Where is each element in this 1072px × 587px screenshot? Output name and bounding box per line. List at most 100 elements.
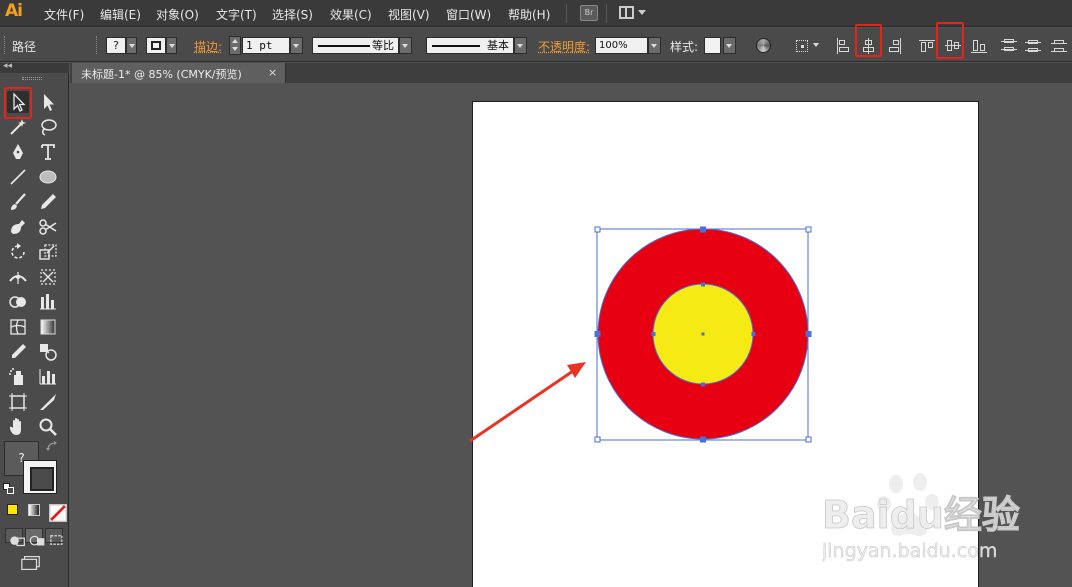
dist-bottom-box-1 (1054, 40, 1064, 44)
swap-fill-stroke-icon[interactable] (46, 440, 59, 453)
bridge-button[interactable]: Br (580, 5, 598, 21)
style-dropdown[interactable] (723, 37, 736, 54)
direct-selection-arrow-icon (44, 94, 54, 111)
blend-tool[interactable] (37, 341, 59, 363)
stroke-label[interactable]: 描边: (194, 38, 222, 55)
zoom-tool[interactable] (37, 416, 59, 438)
draw-normal-button[interactable] (5, 528, 25, 547)
align-bottom-box-1 (973, 40, 978, 51)
column-graph-tool[interactable] (37, 291, 59, 313)
align-right-icon[interactable] (886, 37, 904, 55)
stroke-weight-spinner[interactable] (229, 36, 241, 55)
menu-edit[interactable]: 编辑(E) (100, 6, 141, 23)
transform-icon[interactable] (794, 37, 812, 55)
opacity-label[interactable]: 不透明度: (538, 38, 590, 55)
opacity-input[interactable]: 100% (595, 37, 648, 54)
ellipse-tool[interactable] (37, 166, 59, 188)
handle-bottom-left[interactable] (594, 436, 601, 443)
gradient-tool[interactable] (37, 316, 59, 338)
document-tab[interactable]: 未标题-1* @ 85% (CMYK/预览) × (72, 63, 286, 83)
menu-help[interactable]: 帮助(H) (508, 6, 550, 23)
lasso-tool[interactable] (37, 116, 59, 138)
default-fill-stroke-icon[interactable] (3, 483, 16, 496)
fill-dropdown-arrow[interactable] (126, 37, 137, 54)
direct-selection-tool[interactable] (37, 91, 59, 113)
menu-type[interactable]: 文字(T) (216, 6, 257, 23)
distribute-vertical-center-icon[interactable] (1024, 37, 1042, 55)
color-swatch-icon (7, 504, 18, 515)
menu-bar: Ai 文件(F) 编辑(E) 对象(O) 文字(T) 选择(S) 效果(C) 视… (0, 0, 1072, 27)
line-segment-tool[interactable] (7, 166, 29, 188)
bar-graph-tool[interactable] (37, 366, 59, 388)
dist-bottom-box-2 (1054, 48, 1064, 52)
fill-swatch-button[interactable]: ? (106, 37, 126, 54)
close-icon[interactable]: × (268, 66, 277, 79)
opacity-dropdown[interactable] (648, 37, 661, 54)
menu-window[interactable]: 窗口(W) (446, 6, 491, 23)
screen-mode-button[interactable] (20, 552, 44, 571)
handle-top-right[interactable] (805, 226, 812, 233)
hand-tool[interactable] (7, 416, 29, 438)
stroke-swatch-button[interactable] (146, 37, 166, 54)
brush-line-preview (432, 45, 480, 47)
menu-object[interactable]: 对象(O) (156, 6, 199, 23)
brush-definition[interactable]: 基本 (426, 37, 514, 54)
stroke-dropdown-arrow[interactable] (166, 37, 177, 54)
pencil-tool[interactable] (37, 191, 59, 213)
transform-dropdown[interactable] (811, 37, 820, 54)
profile-line-preview (318, 45, 370, 47)
align-bottom-icon[interactable] (970, 37, 988, 55)
magic-wand-tool[interactable] (7, 116, 29, 138)
symbol-sprayer-tool[interactable] (7, 366, 29, 388)
align-right-box-1 (893, 40, 899, 45)
handle-bottom-right[interactable] (805, 436, 812, 443)
arrange-documents-button[interactable] (619, 5, 647, 21)
stroke-weight-input[interactable]: 1 pt (242, 37, 290, 54)
menu-effect[interactable]: 效果(C) (330, 6, 372, 23)
menu-file[interactable]: 文件(F) (44, 6, 84, 23)
menu-view[interactable]: 视图(V) (388, 6, 430, 23)
menu-select[interactable]: 选择(S) (272, 6, 313, 23)
shape-builder-icon (9, 296, 26, 308)
profile-dropdown[interactable] (399, 37, 412, 54)
stroke-weight-dropdown[interactable] (290, 37, 303, 54)
width-tool[interactable] (7, 266, 29, 288)
brush-dropdown[interactable] (514, 37, 527, 54)
artboard-tool[interactable] (7, 391, 29, 413)
align-left-box-2 (839, 47, 849, 52)
mesh-tool[interactable] (7, 316, 29, 338)
variable-width-profile[interactable]: 等比 (312, 37, 399, 54)
pen-tool[interactable] (7, 141, 29, 163)
gradient-mode-button[interactable] (26, 502, 42, 518)
draw-behind-button[interactable] (25, 528, 45, 546)
blob-brush-tool[interactable] (7, 216, 29, 238)
free-transform-tool[interactable] (37, 266, 59, 288)
distribute-bottom-icon[interactable] (1050, 37, 1068, 55)
align-left-icon[interactable] (834, 37, 852, 55)
shape-builder-tool[interactable] (7, 291, 29, 313)
draw-inside-button[interactable] (45, 528, 63, 545)
stroke-color-box[interactable] (23, 460, 57, 494)
type-tool[interactable] (37, 141, 59, 163)
color-mode-button[interactable] (5, 502, 21, 518)
ellipse-icon (39, 170, 57, 184)
eyedropper-tool[interactable] (7, 341, 29, 363)
zoom-magnifier-icon (39, 418, 57, 436)
distribute-top-icon[interactable] (1000, 37, 1018, 55)
highlight-align-vertical-center (936, 22, 964, 59)
scale-tool[interactable] (37, 241, 59, 263)
handle-top-left[interactable] (594, 226, 601, 233)
slice-tool[interactable] (37, 391, 59, 413)
recolor-artwork-icon[interactable] (756, 38, 771, 53)
paintbrush-tool[interactable] (7, 191, 29, 213)
panel-grip[interactable] (22, 77, 42, 80)
rotate-tool[interactable] (7, 241, 29, 263)
graphic-style-swatch[interactable] (704, 37, 721, 54)
panel-grip[interactable] (4, 36, 6, 54)
scissors-tool[interactable] (37, 216, 59, 238)
collapse-icon[interactable]: ◂◂ (3, 61, 12, 71)
align-top-icon[interactable] (918, 37, 936, 55)
watermark-brand: Baidu经验 (822, 493, 1020, 537)
none-mode-button[interactable] (47, 502, 67, 522)
tools-panel-header[interactable]: ◂◂ (0, 61, 69, 73)
